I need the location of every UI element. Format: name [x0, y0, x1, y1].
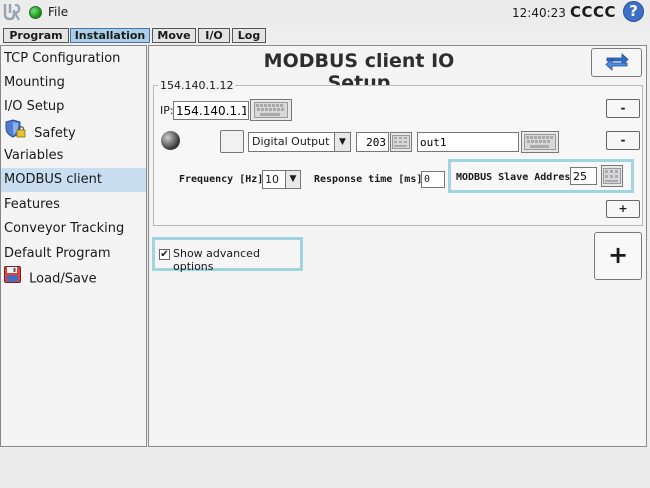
- sidebar-item-mounting[interactable]: Mounting: [1, 71, 146, 95]
- remove-server-button[interactable]: -: [606, 99, 640, 118]
- floppy-disk-icon: [4, 266, 21, 292]
- show-advanced-options-label: Show advanced options: [173, 247, 260, 273]
- frequency-dropdown[interactable]: 10 ▼: [262, 170, 301, 189]
- sidebar-item-label: Conveyor Tracking: [4, 221, 125, 236]
- modbus-setup-panel: MODBUS client IO Setup 154.140.1.12 IP: …: [148, 45, 647, 447]
- sidebar-item-io-setup[interactable]: I/O Setup: [1, 95, 146, 119]
- installation-sidebar: TCP Configuration Mounting I/O Setup Saf…: [0, 45, 147, 447]
- sidebar-item-label: Features: [4, 197, 60, 212]
- robot-name: CCCC: [570, 3, 617, 21]
- top-bar: File 12:40:23 CCCC ?: [0, 0, 650, 26]
- sidebar-item-label: I/O Setup: [4, 99, 65, 114]
- refresh-button[interactable]: [591, 48, 642, 77]
- add-server-button[interactable]: +: [594, 232, 642, 280]
- tab-installation[interactable]: Installation: [70, 28, 150, 43]
- sidebar-item-variables[interactable]: Variables: [1, 144, 146, 168]
- show-advanced-options-checkbox[interactable]: ✔: [159, 249, 170, 260]
- sidebar-item-label: MODBUS client: [4, 172, 102, 187]
- sidebar-item-label: Safety: [34, 126, 76, 141]
- sidebar-item-label: Mounting: [4, 75, 65, 90]
- tab-program[interactable]: Program: [3, 28, 69, 43]
- slave-address-label: MODBUS Slave Address: [456, 172, 577, 183]
- response-time-value: 0: [421, 171, 445, 188]
- slave-address-keyboard-button[interactable]: [601, 165, 623, 187]
- clock: 12:40:23: [512, 6, 566, 20]
- signal-address-input[interactable]: [356, 132, 389, 152]
- ur-logo-icon: [3, 2, 21, 22]
- server-ip-legend: 154.140.1.12: [158, 79, 236, 92]
- file-menu[interactable]: File: [48, 5, 68, 19]
- keyboard-icon: [522, 134, 558, 150]
- sidebar-item-label: Load/Save: [29, 271, 97, 287]
- keyboard-icon: [251, 102, 291, 118]
- chevron-down-icon: ▼: [285, 171, 300, 188]
- sidebar-item-label: Variables: [4, 148, 64, 163]
- ip-label: IP:: [160, 104, 174, 117]
- sidebar-item-label: TCP Configuration: [4, 51, 121, 66]
- name-keyboard-button[interactable]: [521, 131, 559, 153]
- signal-type-dropdown[interactable]: Digital Output ▼: [248, 132, 351, 152]
- frequency-label: Frequency [Hz]: [179, 174, 264, 185]
- sidebar-item-features[interactable]: Features: [1, 193, 146, 217]
- ip-keyboard-button[interactable]: [250, 99, 292, 121]
- chevron-down-icon: ▼: [334, 133, 350, 151]
- sidebar-item-modbus-client[interactable]: MODBUS client: [1, 168, 146, 192]
- tab-io[interactable]: I/O: [198, 28, 230, 43]
- sidebar-item-load-save[interactable]: Load/Save: [1, 266, 146, 290]
- modbus-server-group: 154.140.1.12 IP: - Digital Output ▼: [153, 79, 643, 226]
- frequency-value: 10: [265, 173, 279, 186]
- footer-bar: [0, 448, 650, 488]
- advanced-options-highlight: ✔ Show advanced options: [152, 237, 303, 273]
- slave-address-input[interactable]: [570, 167, 597, 185]
- response-time-label: Response time [ms]: [314, 174, 423, 185]
- tab-move[interactable]: Move: [152, 28, 196, 43]
- tab-log[interactable]: Log: [232, 28, 266, 43]
- sidebar-item-tcp-configuration[interactable]: TCP Configuration: [1, 47, 146, 71]
- refresh-arrows-icon: [604, 50, 630, 75]
- server-ip-input[interactable]: [173, 101, 249, 120]
- signal-status-led-icon: [161, 131, 180, 150]
- signal-name-input[interactable]: [417, 132, 519, 152]
- sidebar-item-default-program[interactable]: Default Program: [1, 242, 146, 266]
- address-keyboard-button[interactable]: [390, 132, 412, 152]
- robot-status-icon: [29, 6, 42, 19]
- signal-value-toggle[interactable]: [220, 130, 244, 153]
- slave-address-highlight: MODBUS Slave Address: [448, 159, 634, 193]
- keypad-icon: [391, 135, 411, 149]
- sidebar-item-safety[interactable]: Safety: [1, 119, 146, 143]
- sidebar-item-conveyor-tracking[interactable]: Conveyor Tracking: [1, 217, 146, 241]
- add-signal-button[interactable]: +: [606, 200, 640, 218]
- signal-type-value: Digital Output: [252, 135, 330, 148]
- remove-signal-button[interactable]: -: [606, 131, 640, 150]
- help-button[interactable]: ?: [623, 1, 644, 22]
- sidebar-item-label: Default Program: [4, 246, 111, 261]
- keypad-icon: [602, 168, 622, 184]
